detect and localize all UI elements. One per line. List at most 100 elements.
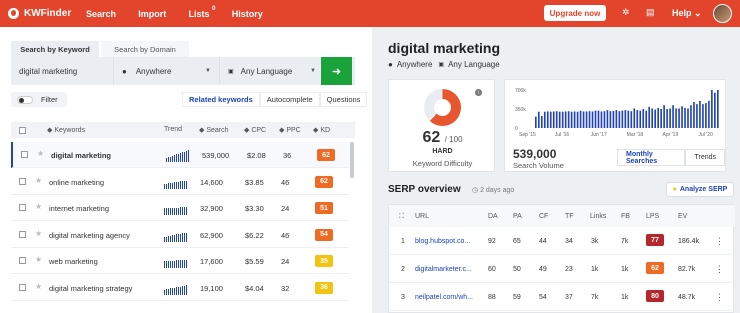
selected-keyword-title: digital marketing (388, 40, 501, 56)
volume-bar (600, 111, 603, 128)
trend-bar (170, 157, 171, 162)
location-select[interactable]: ● Anywhere ▼ (114, 57, 220, 85)
more-options-icon[interactable]: ⋮ (715, 292, 724, 303)
star-icon[interactable]: ★ (35, 202, 42, 211)
keyword-input[interactable]: digital marketing (11, 57, 114, 85)
help-menu[interactable]: Help ⌄ (672, 8, 702, 19)
select-all-checkbox[interactable] (19, 127, 26, 134)
volume-bar (546, 111, 549, 128)
lists-count-badge: 0 (212, 5, 216, 12)
more-options-icon[interactable]: ⋮ (715, 236, 724, 247)
row-checkbox[interactable] (19, 177, 26, 185)
volume-bar (714, 92, 716, 128)
chevron-down-icon: ▼ (205, 68, 211, 74)
column-keywords[interactable]: ◆ Keywords (47, 126, 85, 134)
trend-bar (184, 232, 185, 242)
serp-url-link[interactable]: digitalmarketer.c... (415, 266, 472, 273)
language-select[interactable]: ▣ Any Language ▼ (220, 57, 324, 85)
row-checkbox[interactable] (19, 230, 26, 238)
star-icon[interactable]: ★ (35, 229, 42, 238)
row-checkbox[interactable] (21, 151, 28, 158)
expand-icon[interactable]: ⛶ (399, 213, 404, 221)
tab-autocomplete[interactable]: Autocomplete (259, 92, 320, 107)
star-icon[interactable]: ★ (35, 282, 42, 291)
star-icon[interactable]: ★ (35, 176, 42, 185)
arrow-right-icon: ➜ (331, 65, 342, 78)
tab-related-keywords[interactable]: Related keywords (182, 92, 260, 107)
keyword-cell: digital marketing (51, 151, 112, 160)
volume-bar (660, 109, 662, 128)
trend-bar (164, 236, 165, 242)
nav-history[interactable]: History (232, 9, 263, 19)
trend-bar (172, 261, 173, 268)
trend-bar (186, 207, 187, 215)
keyword-table-row[interactable]: ★ digital marketing agency 62,900 $6.22 … (11, 222, 349, 248)
filter-toggle[interactable]: Filter (11, 92, 67, 107)
upgrade-button[interactable]: Upgrade now (544, 5, 606, 21)
ppc-cell: 46 (281, 230, 290, 240)
search-button[interactable]: ➜ (321, 57, 352, 85)
analyze-serp-button[interactable]: ● Analyze SERP (666, 182, 734, 197)
toggle-switch[interactable] (17, 95, 33, 104)
keyword-source-tabs: Related keywords Autocomplete Questions (182, 92, 368, 107)
more-options-icon[interactable]: ⋮ (715, 264, 724, 275)
kd-badge: 51 (315, 202, 333, 214)
user-avatar[interactable] (713, 4, 732, 23)
trend-bar (164, 261, 165, 268)
settings-icon[interactable]: ✲ (622, 7, 630, 18)
trend-bar (180, 153, 181, 162)
nav-lists-label: Lists (188, 8, 210, 19)
tab-questions[interactable]: Questions (319, 92, 368, 107)
column-trend: Trend (164, 126, 183, 133)
serp-lps-badge: 80 (646, 290, 664, 302)
keyword-table-row[interactable]: ★ web marketing 17,600 $5.59 24 35 (11, 248, 349, 274)
trend-bar (184, 152, 185, 162)
nav-import[interactable]: Import (138, 9, 166, 19)
keyword-table-row[interactable]: ★ digital marketing 539,000 $2.08 36 62 (11, 142, 349, 168)
keyword-table-row[interactable]: ★ internet marketing 32,900 $3.30 24 51 (11, 195, 349, 221)
message-icon[interactable]: ▤ (646, 7, 655, 18)
volume-bar (552, 111, 555, 128)
volume-bar (573, 111, 576, 128)
nav-search[interactable]: Search (86, 9, 116, 19)
row-checkbox[interactable] (19, 257, 26, 264)
tab-trends[interactable]: Trends (685, 149, 725, 166)
serp-cf: 44 (539, 238, 547, 245)
info-icon[interactable]: i (475, 89, 482, 96)
tab-search-by-keyword[interactable]: Search by Keyword (11, 41, 99, 57)
serp-url-link[interactable]: blog.hubspot.co... (415, 238, 470, 245)
chevron-down-icon: ⌄ (694, 8, 702, 18)
volume-bar (663, 105, 665, 128)
tab-monthly-searches[interactable]: Monthly Searches (617, 149, 686, 166)
serp-age-label: 2 days ago (480, 187, 515, 194)
trend-bar (178, 154, 179, 162)
volume-bar (702, 104, 704, 128)
trend-bar (170, 287, 171, 295)
row-checkbox[interactable] (19, 283, 26, 291)
nav-lists[interactable]: Lists 0 (188, 6, 216, 19)
volume-bar (672, 105, 674, 128)
star-icon[interactable]: ★ (37, 149, 44, 158)
keyword-cell: internet marketing (49, 204, 110, 213)
keyword-table-row[interactable]: ★ online marketing 14,600 $3.85 46 62 (11, 169, 349, 195)
star-icon[interactable]: ★ (35, 255, 42, 264)
kwfinder-logo[interactable]: KWFinder (8, 8, 86, 19)
keyword-table-row[interactable]: ★ digital marketing strategy 19,100 $4.0… (11, 275, 349, 301)
serp-lps-badge: 62 (646, 262, 664, 274)
tab-search-by-domain[interactable]: Search by Domain (101, 41, 189, 57)
logo-label: KWFinder (24, 8, 72, 19)
volume-bar (717, 90, 719, 128)
row-checkbox[interactable] (19, 204, 26, 211)
column-search[interactable]: ◆ Search (199, 126, 229, 134)
column-ppc[interactable]: ◆ PPC (279, 126, 301, 134)
volume-bar (612, 110, 615, 128)
column-kd[interactable]: ◆ KD (313, 126, 330, 134)
serp-url-link[interactable]: neilpatel.com/wh... (415, 294, 473, 301)
column-cpc[interactable]: ◆ CPC (244, 126, 266, 134)
trend-bar (166, 288, 167, 295)
location-pin-icon: ● (388, 60, 393, 69)
trend-bar (180, 233, 181, 242)
keyword-table-scrollbar[interactable] (350, 142, 354, 178)
ppc-cell: 46 (281, 177, 290, 187)
keyword-difficulty-score: 62 / 100 (389, 129, 496, 147)
